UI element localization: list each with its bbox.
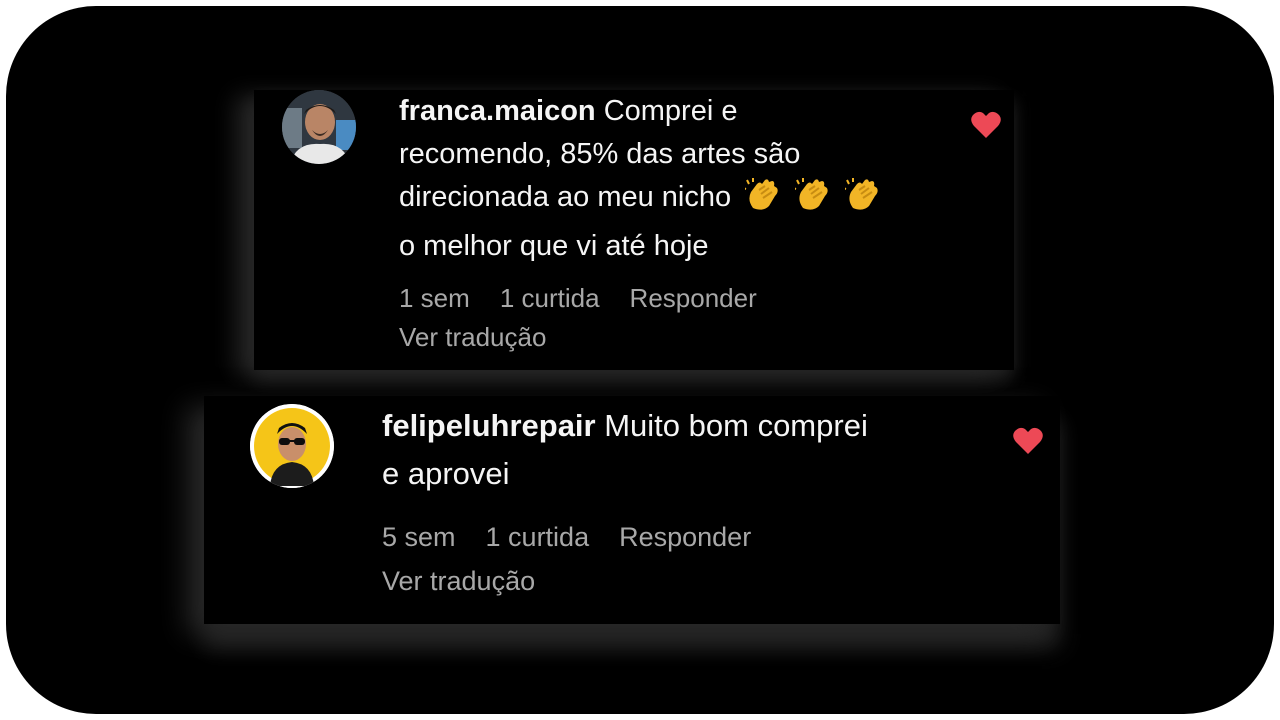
comment-item: franca.maicon Comprei e recomendo, 85% d… xyxy=(254,90,1014,370)
reply-button[interactable]: Responder xyxy=(630,283,757,314)
clapping-hands-icon xyxy=(792,178,831,225)
comment-meta: 5 sem 1 curtida Responder xyxy=(382,522,751,553)
clapping-hands-icon xyxy=(842,178,881,225)
comment-body-line: direcionada ao meu nicho xyxy=(399,181,732,213)
reply-button[interactable]: Responder xyxy=(619,522,751,553)
comment-body-line: recomendo, 85% das artes são xyxy=(399,138,801,170)
comment-likes-count[interactable]: 1 curtida xyxy=(486,522,590,553)
like-heart-icon[interactable] xyxy=(1012,426,1044,456)
comment-item: felipeluhrepair Muito bom comprei e apro… xyxy=(204,396,1060,624)
comment-body-line: o melhor que vi até hoje xyxy=(399,230,709,262)
avatar[interactable] xyxy=(282,90,356,164)
avatar[interactable] xyxy=(250,404,334,488)
comment-text: franca.maicon Comprei e recomendo, 85% d… xyxy=(399,90,959,268)
comment-username[interactable]: franca.maicon xyxy=(399,95,596,127)
comment-body-line: Muito bom comprei xyxy=(604,408,868,443)
comment-likes-count[interactable]: 1 curtida xyxy=(500,283,600,314)
comment-time: 5 sem xyxy=(382,522,456,552)
screenshot-frame: franca.maicon Comprei e recomendo, 85% d… xyxy=(6,6,1274,714)
see-translation-link[interactable]: Ver tradução xyxy=(382,566,535,597)
comment-text: felipeluhrepair Muito bom comprei e apro… xyxy=(382,402,1022,498)
comment-body-line: Comprei e xyxy=(603,95,738,127)
comment-meta: 1 sem 1 curtida Responder xyxy=(399,283,757,314)
see-translation-link[interactable]: Ver tradução xyxy=(399,322,546,353)
like-heart-icon[interactable] xyxy=(970,110,1002,140)
avatar-photo xyxy=(250,404,334,488)
clapping-hands-icon xyxy=(742,178,781,225)
comment-body-line: e aprovei xyxy=(382,456,510,491)
comment-username[interactable]: felipeluhrepair xyxy=(382,408,596,443)
avatar-photo xyxy=(282,90,356,164)
comment-time: 1 sem xyxy=(399,283,470,313)
